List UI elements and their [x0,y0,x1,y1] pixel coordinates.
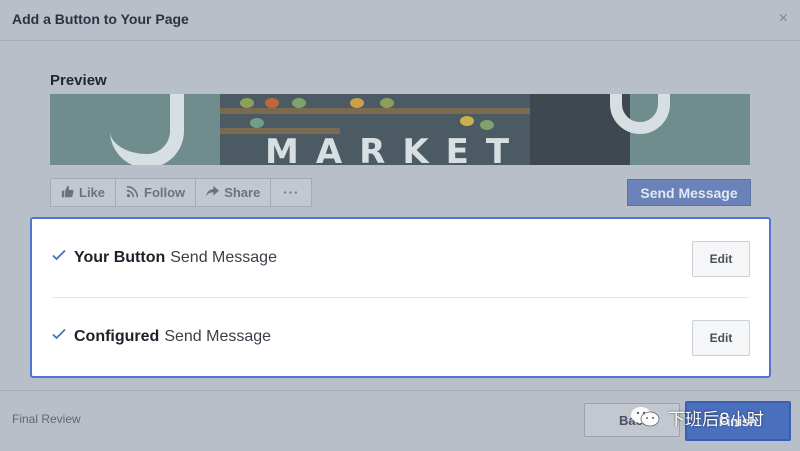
summary-row-text: Your Button Send Message [74,249,277,267]
more-options-button[interactable]: ··· [271,179,311,206]
wechat-icon [631,407,660,427]
summary-row-title: Your Button [74,249,166,266]
step-label: Final Review [12,412,81,426]
footer-divider [0,390,800,391]
share-button[interactable]: Share [196,179,272,206]
watermark-text: 下班后8小时 [668,409,764,430]
checkmark-icon [52,328,66,340]
summary-row-value: Send Message [164,328,272,345]
follow-label: Follow [144,185,186,200]
summary-row-your-button: Your Button Send Message Edit [32,219,769,297]
summary-row-value: Send Message [170,249,277,266]
follow-button[interactable]: Follow [116,179,197,206]
send-message-preview-button[interactable]: Send Message [627,179,751,206]
share-label: Share [224,185,261,200]
cover-market-text: MARKET [265,132,527,165]
watermark: 下班后8小时 [630,402,764,432]
share-arrow-icon [206,185,220,201]
summary-row-title: Configured [74,328,160,345]
thumbs-up-icon [61,185,74,201]
summary-row-text: Configured Send Message [74,328,271,346]
like-button[interactable]: Like [51,179,117,206]
edit-button-your-button[interactable]: Edit [692,241,750,277]
button-summary-card: Your Button Send Message Edit Configured S… [30,217,771,378]
rss-icon [126,185,139,201]
preview-heading: Preview [50,72,107,89]
summary-row-configured: Configured Send Message Edit [32,298,769,376]
dialog-header: Add a Button to Your Page × [0,0,800,41]
dialog-title: Add a Button to Your Page [12,11,189,27]
cover-photo: MARKET [50,94,750,165]
checkmark-icon [52,249,66,261]
like-label: Like [79,185,106,200]
page-action-buttons: Like Follow Share ··· [50,178,313,207]
close-icon[interactable]: × [779,10,788,28]
edit-button-configured[interactable]: Edit [692,320,750,356]
